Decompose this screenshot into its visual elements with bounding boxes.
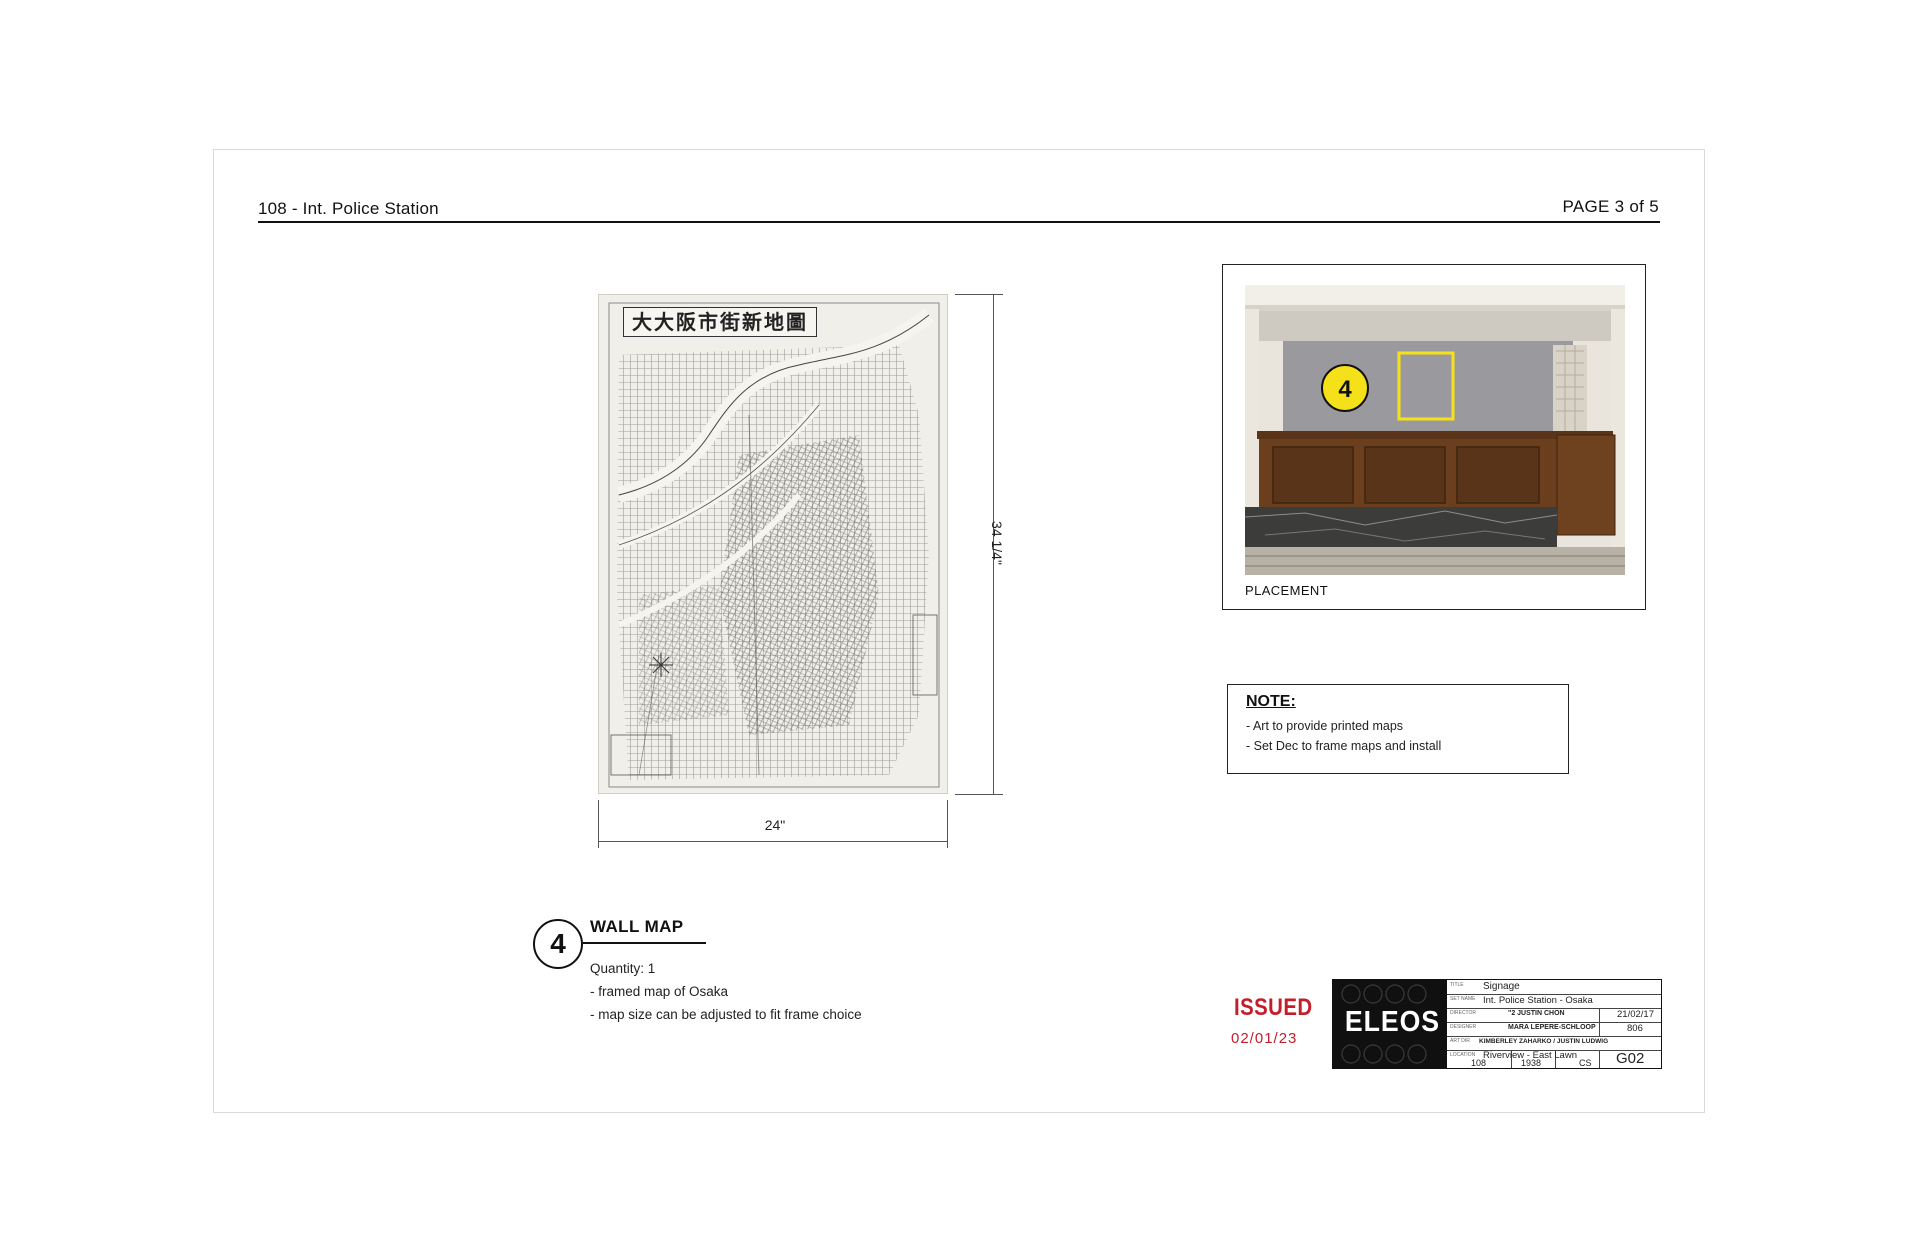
item-number-badge: 4 — [533, 919, 583, 969]
tb-title: Signage — [1483, 981, 1520, 992]
note-box: NOTE: - Art to provide printed maps - Se… — [1227, 684, 1569, 774]
tb-drawn-by: CS — [1579, 1058, 1592, 1068]
issued-date: 02/01/23 — [1231, 1030, 1298, 1047]
placement-marker-number: 4 — [1338, 376, 1352, 403]
tb-set-no: 806 — [1627, 1023, 1643, 1034]
osaka-map-image: 大大阪市街新地圖 — [598, 294, 948, 794]
logo-text: ELEOS — [1344, 1006, 1440, 1038]
header-rule — [258, 221, 1660, 223]
tb-date: 21/02/17 — [1617, 1009, 1654, 1020]
tb-set-name: Int. Police Station - Osaka — [1483, 995, 1593, 1006]
tb-sheet-number: G02 — [1616, 1050, 1645, 1067]
item-title-rule — [583, 942, 706, 944]
tb-director: "2 JUSTIN CHON — [1508, 1010, 1565, 1017]
issued-stamp: ISSUED — [1234, 994, 1313, 1021]
note-line: - Art to provide printed maps — [1246, 719, 1404, 733]
placement-photo: 4 — [1245, 285, 1625, 575]
height-dimension-label: 34 1/4" — [989, 521, 1005, 565]
width-dimension-label: 24" — [764, 817, 786, 833]
item-spec-line: - map size can be adjusted to fit frame … — [590, 1007, 862, 1022]
map-title-text: 大大阪市街新地圖 — [623, 307, 817, 337]
tb-year: 1938 — [1521, 1058, 1542, 1068]
note-line: - Set Dec to frame maps and install — [1246, 739, 1442, 753]
item-title: WALL MAP — [590, 917, 684, 936]
tb-designer: MARA LEPERE-SCHLOOP — [1508, 1024, 1596, 1031]
item-spec-line: - framed map of Osaka — [590, 984, 729, 999]
sheet-title: 108 - Int. Police Station — [258, 199, 439, 218]
tb-episode: 108 — [1471, 1058, 1487, 1068]
note-title: NOTE: — [1246, 693, 1296, 710]
title-block: ELEOS Title Signage Set name Int. Police… — [1332, 979, 1662, 1069]
page-number: PAGE 3 of 5 — [1562, 197, 1659, 216]
height-dimension-tick-bottom — [955, 794, 1003, 795]
eleos-logo: ELEOS — [1333, 980, 1447, 1068]
width-dimension-line — [598, 841, 948, 842]
item-quantity: Quantity: 1 — [590, 961, 656, 976]
placement-panel: 4 PLACEMENT — [1222, 264, 1646, 610]
tb-art-director: KIMBERLEY ZAHARKO / JUSTIN LUDWIG — [1479, 1038, 1609, 1045]
height-dimension-tick-top — [955, 294, 1003, 295]
placement-label: PLACEMENT — [1245, 583, 1329, 598]
